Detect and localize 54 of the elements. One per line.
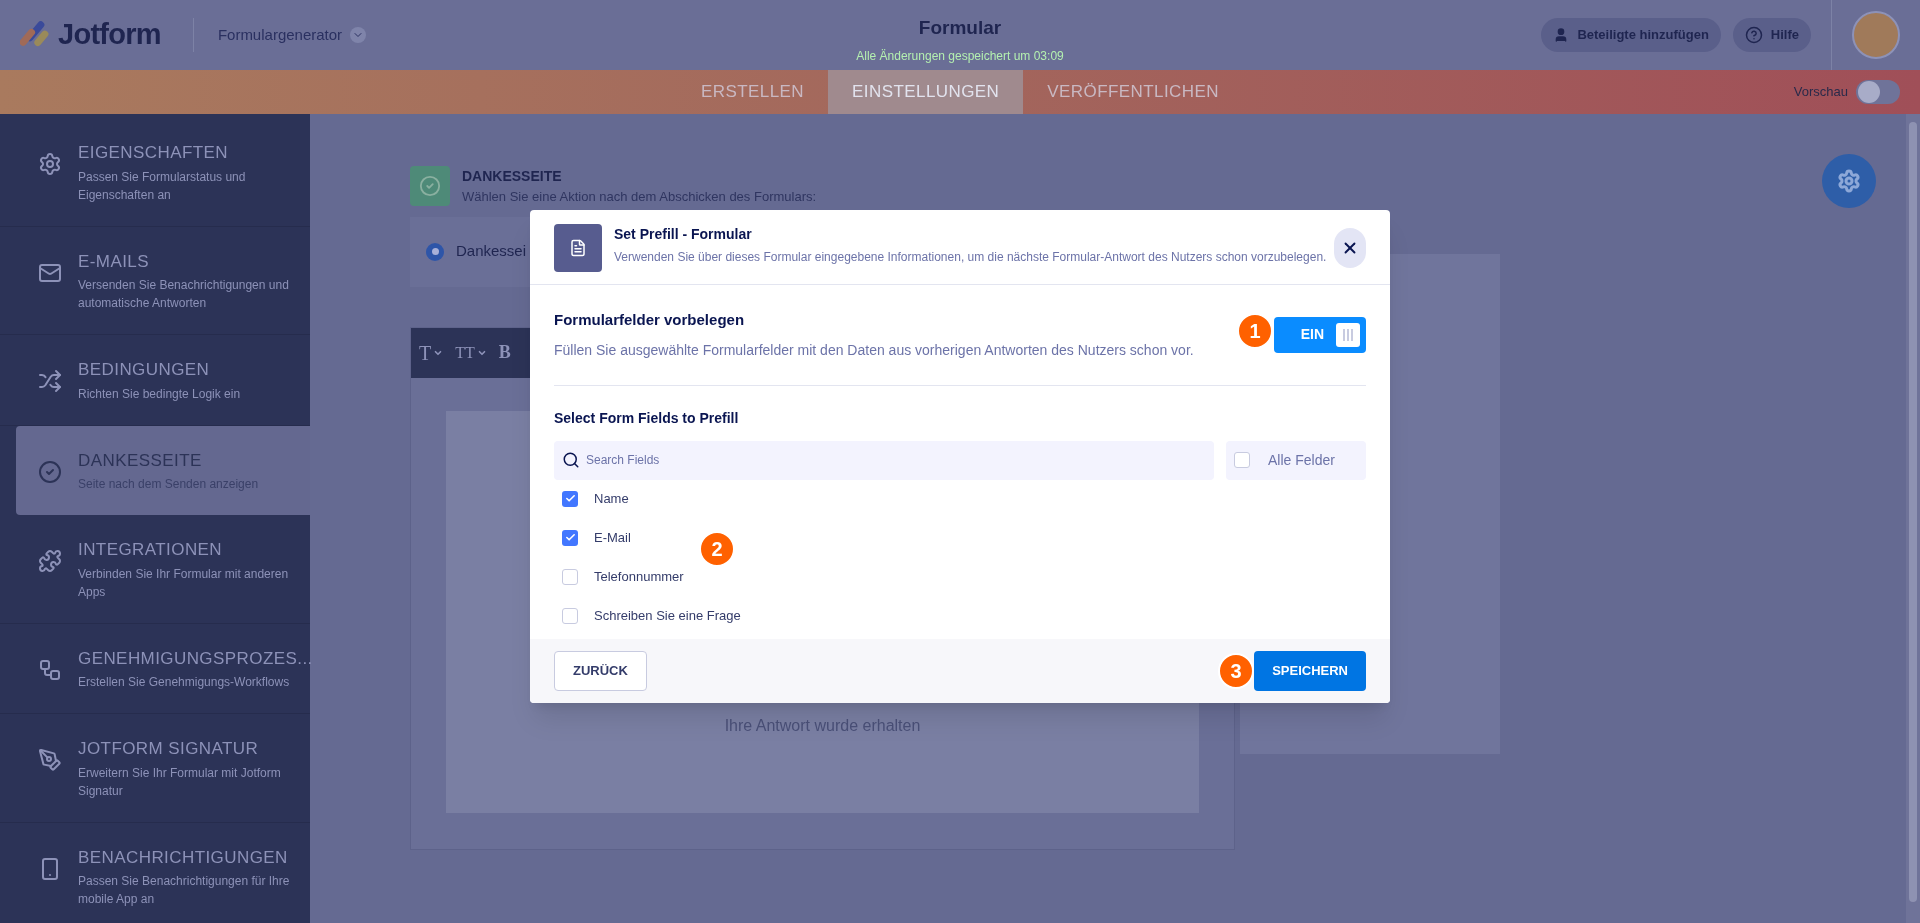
tab[interactable]: ERSTELLEN (677, 70, 829, 114)
sidebar-item-description: Verbinden Sie Ihr Formular mit anderen Apps (78, 565, 290, 601)
field-option[interactable]: Name (562, 489, 629, 508)
font-size-button[interactable]: TT (455, 340, 487, 365)
sidebar-item[interactable]: JOTFORM SIGNATUR Erweitern Sie Ihr Formular mit Jotform Signatur (0, 714, 310, 823)
fields-title: Select Form Fields to Prefill (554, 408, 739, 428)
help-button[interactable]: Hilfe (1732, 18, 1811, 52)
search-field[interactable]: Search Fields (554, 440, 1214, 480)
sidebar-item[interactable]: INTEGRATIONEN Verbinden Sie Ihr Formular mit anderen Apps (0, 515, 310, 624)
sidebar-item-title: BENACHRICHTIGUNGEN (78, 846, 289, 869)
sidebar-item-description: Passen Sie Formularstatus und Eigenschaften an (78, 168, 247, 204)
sidebar-item-title: GENEHMIGUNGSPROZES... (78, 647, 313, 670)
sidebar-item-title: EIGENSCHAFTEN (78, 142, 230, 164)
sidebar-item[interactable]: BENACHRICHTIGUNGEN Passen Sie Benachrichtigungen für Ihre mobile App an (0, 822, 310, 923)
sidebar-item-title: BEDINGUNGEN (78, 359, 211, 381)
sidebar-item[interactable]: GENEHMIGUNGSPROZES... Erstellen Sie Genehmigungs-Workflows (0, 623, 310, 714)
sidebar-item-description: Versenden Sie Benachrichtigungen und automatische Antworten (78, 277, 290, 312)
preview-label: Vorschau (1793, 83, 1848, 102)
save-status: Alle Änderungen gespeichert um 03:09 (856, 47, 1064, 65)
section-title: DANKESSEITE (462, 167, 563, 186)
step-marker: 1 (1237, 313, 1273, 349)
font-button[interactable]: T (419, 337, 444, 368)
logo-text: Jotform (58, 17, 161, 53)
field-option[interactable]: E-Mail (562, 528, 631, 547)
all-fields-option[interactable]: Alle Felder (1226, 440, 1366, 480)
prefill-description: Füllen Sie ausgewählte Formularfelder mit den Daten aus vorherigen Antworten des Nutzers schon vor. (554, 340, 1194, 360)
form-title: Formular (918, 16, 1002, 40)
sidebar-item-description: Richten Sie bedingte Logik ein (78, 385, 241, 403)
dialog-title: Set Prefill - Formular (614, 225, 753, 244)
product-dropdown[interactable]: Formulargenerator (217, 23, 367, 47)
step-marker: 2 (699, 530, 735, 567)
sidebar-item-title: JOTFORM SIGNATUR (78, 738, 260, 760)
bold-button[interactable]: B (498, 339, 511, 366)
save-button[interactable]: SPEICHERN (1254, 650, 1366, 691)
prefill-title: Formularfelder vorbelegen (554, 310, 745, 330)
sidebar-item[interactable]: EIGENSCHAFTEN Passen Sie Formularstatus und Eigenschaften an (0, 118, 310, 227)
sidebar-item-description: Passen Sie Benachrichtigungen für Ihre mobile App an (78, 873, 291, 908)
sidebar-item[interactable]: BEDINGUNGEN Richten Sie bedingte Logik ein (0, 335, 310, 426)
dialog-description: Verwenden Sie über dieses Formular eingegebene Informationen, um die nächste Formular-Antwort des Nutzers schon vorzubelegen. (614, 249, 1328, 266)
add-participants-button[interactable]: Beteiligte hinzufügen (1541, 18, 1721, 52)
tab[interactable]: VERÖFFENTLICHEN (1023, 70, 1243, 114)
prefill-toggle[interactable]: EIN (1274, 316, 1366, 353)
back-button[interactable]: ZURÜCK (554, 650, 647, 691)
step-marker: 3 (1218, 652, 1254, 689)
sidebar-item-title: INTEGRATIONEN (78, 539, 224, 561)
sidebar-item-description: Erstellen Sie Genehmigungs-Workflows (78, 674, 291, 691)
sidebar-item-description: Erweitern Sie Ihr Formular mit Jotform Signatur (78, 764, 282, 800)
sidebar-item-title: DANKESSEITE (78, 449, 203, 472)
sidebar-item-title: E-MAILS (78, 250, 150, 273)
field-option[interactable]: Schreiben Sie eine Frage (562, 606, 741, 625)
sidebar-item[interactable]: E-MAILS Versenden Sie Benachrichtigungen und automatische Antworten (0, 226, 310, 335)
option-label: Dankessei (456, 241, 527, 262)
tab[interactable]: EINSTELLUNGEN (828, 70, 1024, 114)
field-option[interactable]: Telefonnummer (562, 567, 684, 586)
